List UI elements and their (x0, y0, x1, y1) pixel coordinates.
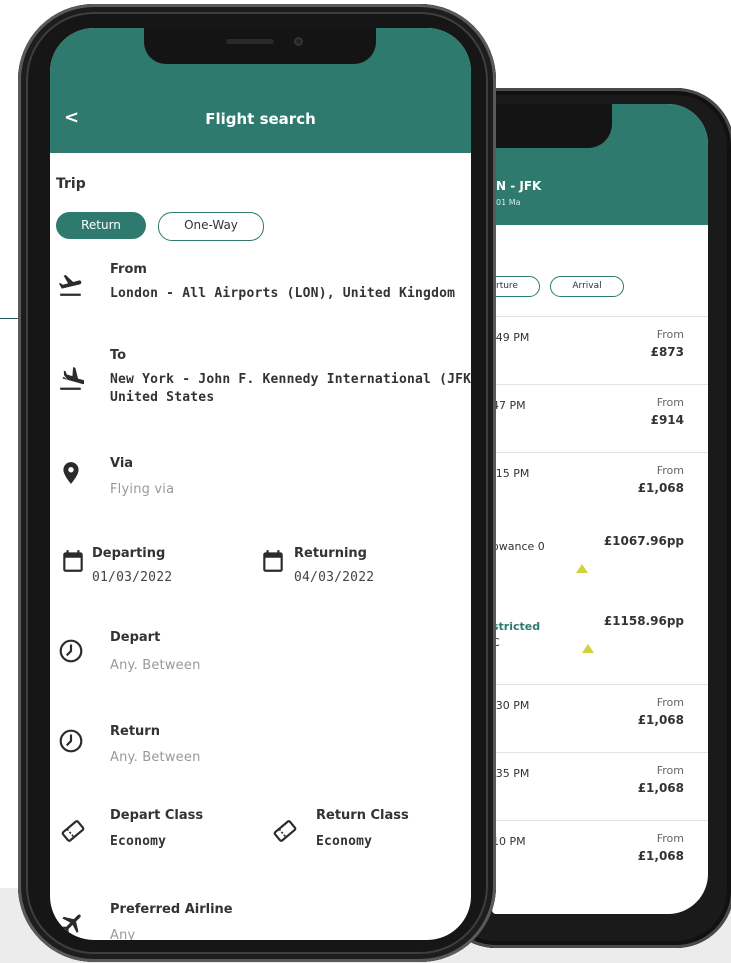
result-price: £1,068 (637, 481, 684, 495)
fare-restriction: stricted (492, 620, 541, 633)
depart-class-value: Economy (110, 834, 167, 849)
sort-departure-chip[interactable]: rture (492, 276, 540, 297)
back-phone-screen: N - JFK 01 Ma rture Arrival :49 PM From … (492, 104, 708, 914)
depart-class-label: Depart Class (110, 808, 204, 823)
via-label: Via (110, 456, 134, 471)
result-from-label: From (656, 832, 684, 845)
plane-takeoff-icon (58, 272, 84, 298)
front-camera (294, 37, 303, 46)
phone-notch (144, 28, 376, 64)
result-from-label: From (656, 464, 684, 477)
trip-label: Trip (56, 176, 86, 192)
ticket-icon (272, 818, 298, 844)
ticket-icon (60, 818, 86, 844)
via-placeholder: Flying via (110, 482, 175, 497)
app-header: < Flight search (50, 28, 471, 153)
calendar-icon (60, 548, 86, 574)
preferred-airline-value: Any (110, 928, 136, 940)
phone-notch (492, 104, 612, 148)
result-time: :35 PM (492, 767, 530, 780)
to-label: To (110, 348, 127, 363)
clock-icon (58, 638, 84, 664)
result-row[interactable]: 47 PM From £914 (492, 384, 708, 453)
fare-row[interactable]: owance 0 £1067.96pp (492, 520, 708, 600)
calendar-icon (260, 548, 286, 574)
fare-price: £1158.96pp (603, 614, 684, 628)
result-from-label: From (656, 328, 684, 341)
plane-landing-icon (58, 366, 86, 392)
page-title: Flight search (205, 110, 316, 128)
result-row[interactable]: :35 PM From £1,068 (492, 752, 708, 821)
result-row[interactable]: 10 PM From £1,068 (492, 820, 708, 889)
result-time: :15 PM (492, 467, 530, 480)
result-row[interactable]: :15 PM From £1,068 (492, 452, 708, 521)
fare-price: £1067.96pp (603, 534, 684, 548)
flight-search-screen: < Flight search Trip Return One-Way From… (50, 28, 471, 940)
speaker-grille (226, 39, 274, 44)
result-from-label: From (656, 396, 684, 409)
to-country: United States (110, 390, 215, 405)
result-time: :49 PM (492, 331, 530, 344)
from-value: London - All Airports (LON), United King… (110, 286, 456, 301)
result-row[interactable]: :49 PM From £873 (492, 316, 708, 385)
to-value: New York - John F. Kennedy International… (110, 372, 471, 387)
return-time-label: Return (110, 724, 160, 739)
route-date: 01 Ma (496, 198, 521, 207)
fare-row[interactable]: stricted C £1158.96pp (492, 600, 708, 684)
returning-value: 04/03/2022 (294, 570, 375, 585)
fare-allowance: owance 0 (492, 540, 545, 553)
route-title: N - JFK (496, 179, 542, 193)
departing-value: 01/03/2022 (92, 570, 173, 585)
clock-icon (58, 728, 84, 754)
result-row[interactable]: :30 PM From £1,068 (492, 684, 708, 753)
returning-label: Returning (294, 546, 367, 561)
result-price: £914 (650, 413, 684, 427)
result-time: 47 PM (492, 399, 526, 412)
trip-return-chip[interactable]: Return (56, 212, 146, 239)
result-time: :30 PM (492, 699, 530, 712)
location-pin-icon (58, 460, 84, 486)
plane-icon (60, 910, 86, 936)
sort-arrival-chip[interactable]: Arrival (550, 276, 624, 297)
preferred-airline-label: Preferred Airline (110, 902, 233, 917)
fare-marker-icon (576, 564, 588, 573)
result-price: £1,068 (637, 781, 684, 795)
return-time-value: Any. Between (110, 750, 201, 765)
results-header: N - JFK 01 Ma (492, 104, 708, 225)
depart-time-value: Any. Between (110, 658, 201, 673)
return-class-value: Economy (316, 834, 373, 849)
depart-time-label: Depart (110, 630, 161, 645)
trip-oneway-chip[interactable]: One-Way (158, 212, 264, 241)
from-label: From (110, 262, 147, 277)
result-from-label: From (656, 764, 684, 777)
result-time: 10 PM (492, 835, 526, 848)
result-price: £873 (650, 345, 684, 359)
result-from-label: From (656, 696, 684, 709)
departing-label: Departing (92, 546, 166, 561)
fare-marker-icon (582, 644, 594, 653)
return-class-label: Return Class (316, 808, 409, 823)
result-price: £1,068 (637, 713, 684, 727)
result-price: £1,068 (637, 849, 684, 863)
